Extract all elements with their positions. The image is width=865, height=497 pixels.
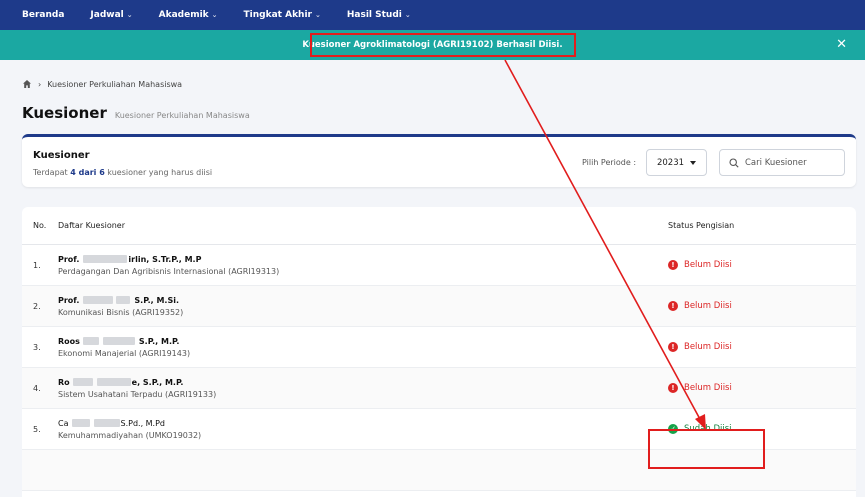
nav-akademik-label: Akademik bbox=[158, 10, 209, 20]
status-badge: ! Belum Diisi bbox=[668, 301, 818, 311]
row-info: Roos S.P., M.P. Ekonomi Manajerial (AGRI1… bbox=[58, 337, 668, 358]
row-info: Prof. irlin, S.Tr.P., M.P Perdagangan Dan… bbox=[58, 255, 668, 276]
alert-circle-icon: ! bbox=[668, 383, 678, 393]
course-name: Perdagangan Dan Agribisnis Internasional… bbox=[58, 266, 280, 276]
status-badge: ! Belum Diisi bbox=[668, 260, 818, 270]
lecturer-name-start: Roos bbox=[58, 336, 80, 346]
lecturer-name-end: S.P., M.P. bbox=[138, 336, 180, 346]
search-icon bbox=[729, 157, 739, 168]
row-info: Ro e, S.P., M.P. Sistem Usahatani Terpadu… bbox=[58, 378, 668, 399]
course-name: Sistem Usahatani Terpadu (AGRI19133) bbox=[58, 389, 217, 399]
home-icon[interactable] bbox=[22, 79, 32, 89]
redaction bbox=[82, 337, 99, 345]
lecturer-name: Ro e, S.P., M.P. bbox=[58, 378, 668, 387]
lecturer-name-start: Prof. bbox=[58, 254, 80, 264]
redaction bbox=[72, 378, 93, 386]
page-title: Kuesioner bbox=[22, 104, 107, 122]
course-name: Komunikasi Bisnis (AGRI19352) bbox=[58, 307, 184, 317]
status-label: Belum Diisi bbox=[684, 301, 732, 311]
nav-beranda[interactable]: Beranda bbox=[22, 10, 64, 20]
summary-prefix: Terdapat bbox=[33, 168, 71, 177]
breadcrumb-separator: › bbox=[38, 79, 42, 89]
row-number: 2. bbox=[33, 301, 41, 311]
lecturer-name-start: Ro bbox=[58, 377, 70, 387]
redaction bbox=[83, 296, 114, 304]
lecturer-name: Prof. S.P., M.Si. bbox=[58, 296, 668, 305]
lecturer-name-end: S.P., M.Si. bbox=[134, 295, 179, 305]
redaction bbox=[83, 255, 128, 263]
nav-jadwal[interactable]: Jadwal ⌄ bbox=[90, 10, 132, 20]
redaction bbox=[102, 337, 135, 345]
alert-circle-icon: ! bbox=[668, 342, 678, 352]
table-header: No. Daftar Kuesioner Status Pengisian bbox=[22, 207, 856, 245]
nav-tingkat-akhir-label: Tingkat Akhir bbox=[243, 10, 312, 20]
header-status-pengisian: Status Pengisian bbox=[668, 221, 735, 230]
status-label: Belum Diisi bbox=[684, 342, 732, 352]
caret-down-icon bbox=[690, 160, 697, 165]
page-header: Kuesioner Kuesioner Perkuliahan Mahasisw… bbox=[22, 104, 250, 122]
status-label: Belum Diisi bbox=[684, 383, 732, 393]
card-title: Kuesioner bbox=[33, 150, 90, 161]
lecturer-name: Ca S.Pd., M.Pd bbox=[58, 419, 668, 428]
kuesioner-summary-card: Kuesioner Terdapat 4 dari 6 kuesioner ya… bbox=[22, 134, 856, 187]
summary-count: 4 dari 6 bbox=[70, 168, 105, 177]
period-label: Pilih Periode : bbox=[582, 158, 637, 167]
chevron-down-icon: ⌄ bbox=[126, 11, 133, 19]
row-info: Prof. S.P., M.Si. Komunikasi Bisnis (AGRI… bbox=[58, 296, 668, 317]
nav-beranda-label: Beranda bbox=[22, 10, 65, 20]
course-name: Ekonomi Manajerial (AGRI19143) bbox=[58, 348, 191, 358]
annotation-box-alert bbox=[310, 33, 576, 57]
redaction bbox=[71, 419, 90, 427]
alert-circle-icon: ! bbox=[668, 301, 678, 311]
header-daftar-kuesioner: Daftar Kuesioner bbox=[58, 221, 126, 230]
chevron-down-icon: ⌄ bbox=[314, 11, 321, 19]
search-input[interactable] bbox=[745, 157, 835, 168]
row-number: 3. bbox=[33, 342, 41, 352]
nav-hasil-studi[interactable]: Hasil Studi ⌄ bbox=[347, 10, 411, 20]
period-value: 20231 bbox=[656, 157, 685, 168]
period-select[interactable]: 20231 bbox=[646, 149, 707, 176]
redaction bbox=[93, 419, 120, 427]
lecturer-name-end: S.Pd., M.Pd bbox=[120, 418, 166, 428]
breadcrumb: › Kuesioner Perkuliahan Mahasiswa bbox=[22, 79, 182, 89]
redaction bbox=[96, 378, 131, 386]
course-name: Kemuhammadiyahan (UMKO19032) bbox=[58, 430, 202, 440]
lecturer-name-end: irlin, S.Tr.P., M.P bbox=[128, 254, 202, 264]
table-row[interactable]: 4. Ro e, S.P., M.P. Sistem Usahatani Terp… bbox=[22, 368, 856, 409]
alert-circle-icon: ! bbox=[668, 260, 678, 270]
chevron-down-icon: ⌄ bbox=[211, 11, 218, 19]
table-row[interactable]: 1. Prof. irlin, S.Tr.P., M.P Perdagangan … bbox=[22, 245, 856, 286]
search-box[interactable] bbox=[719, 149, 845, 176]
top-navigation: Beranda Jadwal ⌄ Akademik ⌄ Tingkat Akhir ⌄… bbox=[0, 0, 865, 30]
breadcrumb-current: Kuesioner Perkuliahan Mahasiswa bbox=[47, 79, 183, 89]
lecturer-name: Prof. irlin, S.Tr.P., M.P bbox=[58, 255, 668, 264]
status-badge: ! Belum Diisi bbox=[668, 342, 818, 352]
redaction bbox=[116, 296, 131, 304]
status-badge: ! Belum Diisi bbox=[668, 383, 818, 393]
card-summary: Terdapat 4 dari 6 kuesioner yang harus d… bbox=[33, 168, 212, 177]
lecturer-name-start: Ca bbox=[58, 418, 69, 428]
nav-akademik[interactable]: Akademik ⌄ bbox=[159, 10, 218, 20]
row-number: 1. bbox=[33, 260, 41, 270]
summary-suffix: kuesioner yang harus diisi bbox=[104, 168, 213, 177]
lecturer-name: Roos S.P., M.P. bbox=[58, 337, 668, 346]
header-no: No. bbox=[33, 221, 47, 230]
table-row[interactable]: 3. Roos S.P., M.P. Ekonomi Manajerial (AG… bbox=[22, 327, 856, 368]
nav-hasil-studi-label: Hasil Studi bbox=[346, 10, 402, 20]
row-number: 5. bbox=[33, 424, 41, 434]
status-label: Belum Diisi bbox=[684, 260, 732, 270]
lecturer-name-end: e, S.P., M.P. bbox=[131, 377, 184, 387]
row-number: 4. bbox=[33, 383, 41, 393]
annotation-box-status bbox=[648, 429, 765, 469]
nav-tingkat-akhir[interactable]: Tingkat Akhir ⌄ bbox=[244, 10, 321, 20]
page-subtitle: Kuesioner Perkuliahan Mahasiswa bbox=[114, 111, 250, 120]
row-info: Ca S.Pd., M.Pd Kemuhammadiyahan (UMKO1903… bbox=[58, 419, 668, 440]
lecturer-name-start: Prof. bbox=[58, 295, 80, 305]
nav-jadwal-label: Jadwal bbox=[90, 10, 124, 20]
close-icon[interactable]: ✕ bbox=[836, 37, 847, 52]
table-row[interactable]: 2. Prof. S.P., M.Si. Komunikasi Bisnis (A… bbox=[22, 286, 856, 327]
chevron-down-icon: ⌄ bbox=[404, 11, 411, 19]
